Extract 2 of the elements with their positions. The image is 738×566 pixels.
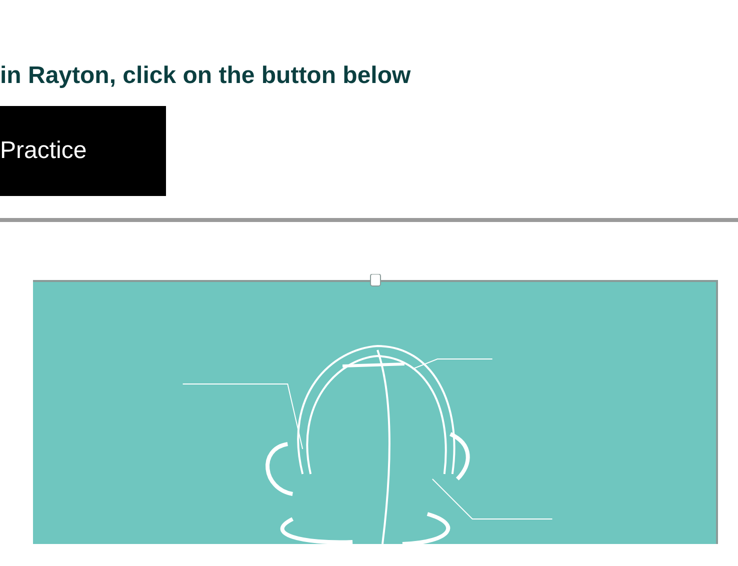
practice-button[interactable]: Practice <box>0 106 166 196</box>
heading: in Rayton, click on the button below <box>0 61 412 91</box>
